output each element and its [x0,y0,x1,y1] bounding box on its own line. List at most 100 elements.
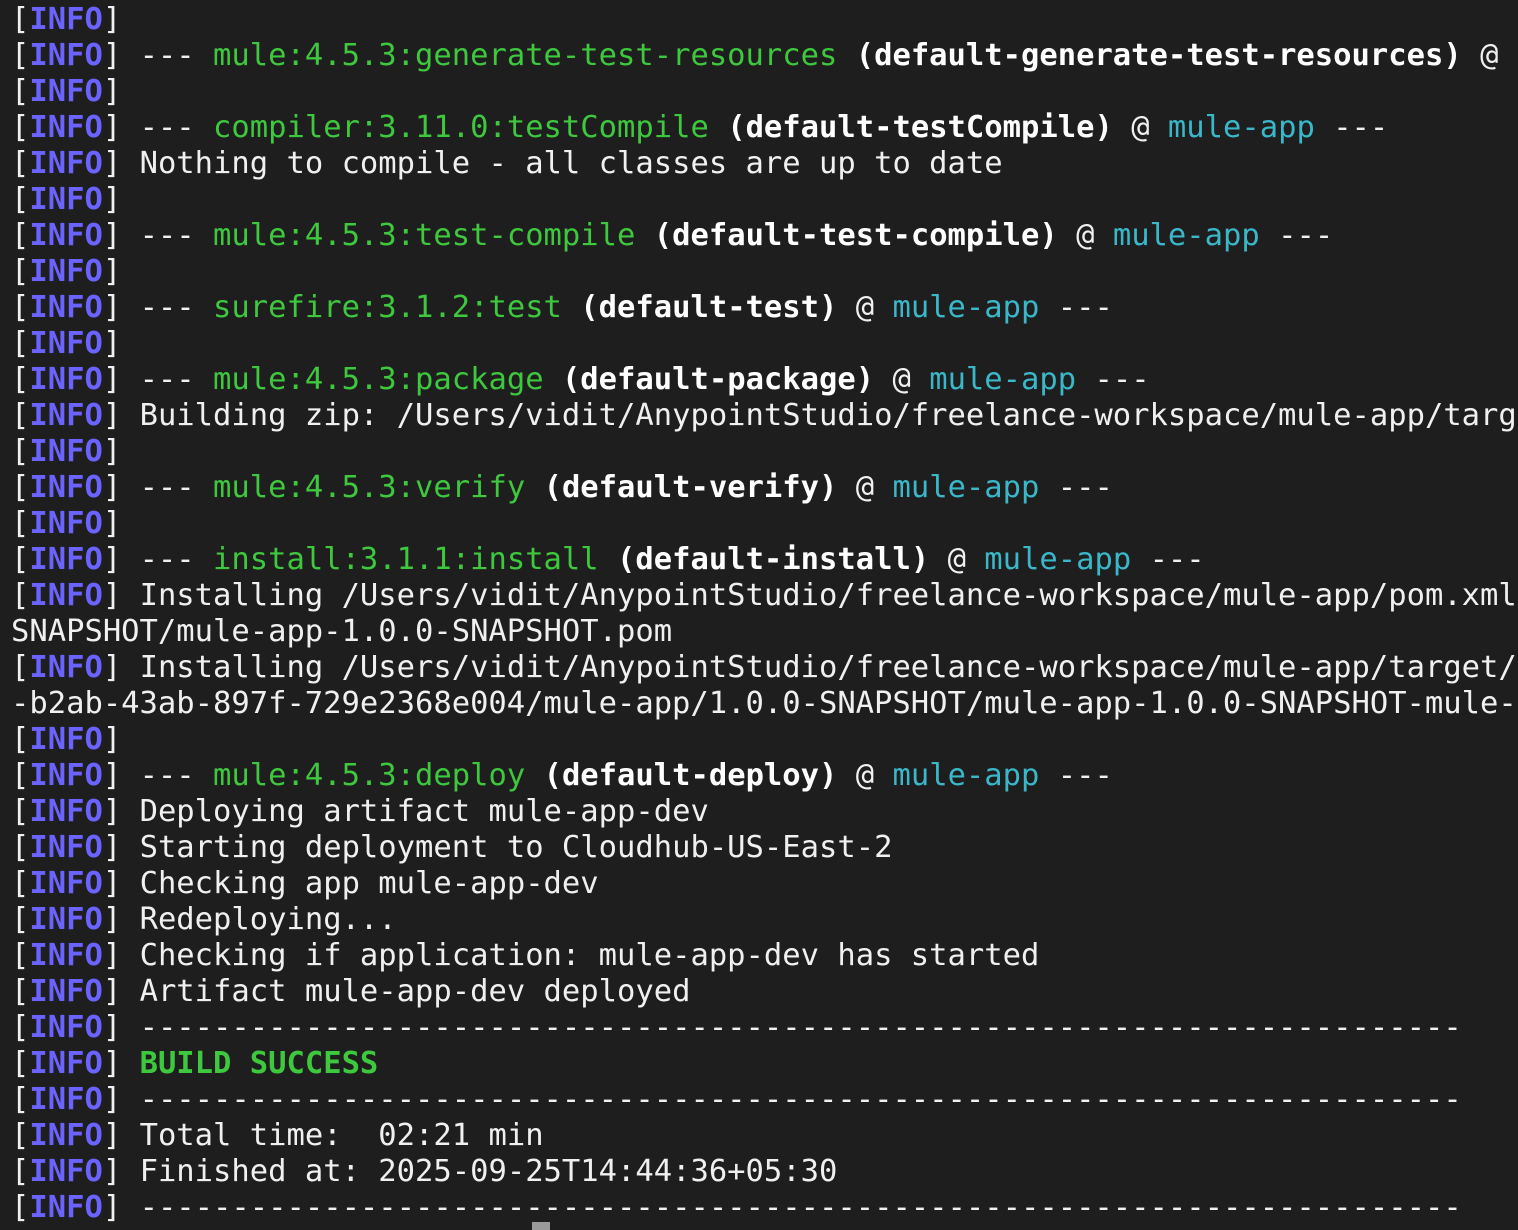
log-line: [INFO] --- mule:4.5.3:deploy (default-de… [11,758,1518,794]
log-message: Starting deployment to Cloudhub-US-East-… [139,830,893,865]
bracket-open: [ [11,506,30,541]
log-line: [INFO] [11,326,1518,362]
bracket-close: ] [102,1046,122,1081]
project-name: mule-app [892,758,1040,793]
bracket-close: ] [102,578,122,613]
separator: --- [121,362,214,397]
at-sign: @ [1461,38,1517,73]
log-line: [INFO] --- compiler:3.11.0:testCompile (… [11,110,1518,146]
execution-id: (default-test) [580,290,838,325]
bracket-open: [ [11,1010,30,1045]
log-message: Deploying artifact mule-app-dev [139,794,709,829]
log-level: INFO [29,470,103,505]
log-line: [INFO] Installing /Users/vidit/AnypointS… [11,650,1518,686]
bracket-close: ] [102,1190,122,1225]
log-line: [INFO] Starting deployment to Cloudhub-U… [11,830,1518,866]
log-level: INFO [29,1154,103,1189]
bracket-close: ] [102,866,122,901]
bracket-close: ] [102,1082,122,1117]
log-level: INFO [29,902,103,937]
log-level: INFO [29,254,103,289]
trailing-separator: --- [1314,110,1389,145]
bracket-close: ] [102,758,122,793]
bracket-close: ] [102,1154,122,1189]
plugin-goal: surefire:3.1.2:test [213,290,562,325]
bracket-close: ] [102,434,122,469]
at-sign: @ [837,290,893,325]
bracket-close: ] [102,830,122,865]
bracket-open: [ [11,1082,30,1117]
bracket-open: [ [11,578,30,613]
separator: --- [121,110,214,145]
log-level: INFO [29,146,103,181]
bracket-open: [ [11,2,30,37]
execution-id: (default-generate-test-resources) [855,38,1462,73]
bracket-close: ] [102,218,122,253]
plugin-goal: compiler:3.11.0:testCompile [213,110,709,145]
bracket-open: [ [11,650,30,685]
bracket-close: ] [102,722,122,757]
log-line: [INFO] ---------------------------------… [11,1010,1518,1046]
at-sign: @ [929,542,985,577]
bracket-open: [ [11,1154,30,1189]
log-level: INFO [29,974,103,1009]
bracket-close: ] [102,974,122,1009]
bracket-open: [ [11,1118,30,1153]
bracket-close: ] [102,398,122,433]
bracket-close: ] [102,1118,122,1153]
at-sign: @ [837,758,893,793]
log-message: Checking if application: mule-app-dev ha… [139,938,1040,973]
execution-id: (default-verify) [543,470,838,505]
bracket-close: ] [102,362,122,397]
log-message: Building zip: /Users/vidit/AnypointStudi… [139,398,1518,433]
bracket-close: ] [102,74,122,109]
separator: --- [121,758,214,793]
log-line: [INFO] [11,74,1518,110]
log-line: [INFO] Checking app mule-app-dev [11,866,1518,902]
log-line: [INFO] Finished at: 2025-09-25T14:44:36+… [11,1154,1518,1190]
log-line: [INFO] Total time: 02:21 min [11,1118,1518,1154]
log-line: [INFO] Artifact mule-app-dev deployed [11,974,1518,1010]
log-line: [INFO] Deploying artifact mule-app-dev [11,794,1518,830]
log-line: [INFO] Installing /Users/vidit/AnypointS… [11,578,1518,614]
log-level: INFO [29,326,103,361]
project-name: mule-app [892,470,1040,505]
separator: --- [121,38,214,73]
build-status: BUILD SUCCESS [139,1046,379,1081]
terminal-output[interactable]: [INFO] [INFO] --- mule:4.5.3:generate-tes… [11,2,1518,1226]
log-level: INFO [29,830,103,865]
bracket-open: [ [11,722,30,757]
execution-id: (default-package) [561,362,875,397]
log-message: ----------------------------------------… [139,1010,1462,1045]
log-level: INFO [29,650,103,685]
log-line: [INFO] ---------------------------------… [11,1190,1518,1226]
log-level: INFO [29,218,103,253]
log-level: INFO [29,182,103,217]
log-line: [INFO] --- mule:4.5.3:package (default-p… [11,362,1518,398]
log-continuation: SNAPSHOT/mule-app-1.0.0-SNAPSHOT.pom [11,614,673,649]
log-level: INFO [29,938,103,973]
log-level: INFO [29,434,103,469]
project-name: mule-app [984,542,1132,577]
log-level: INFO [29,578,103,613]
at-sign: @ [874,362,930,397]
project-name: mule-app [1167,110,1315,145]
bracket-open: [ [11,758,30,793]
bracket-open: [ [11,218,30,253]
log-line: [INFO] Building zip: /Users/vidit/Anypoi… [11,398,1518,434]
log-message: Redeploying... [139,902,397,937]
